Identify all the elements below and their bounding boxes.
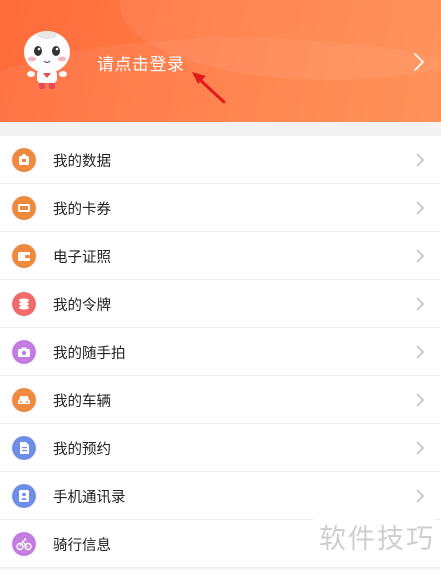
menu-list: 我的数据 我的卡券 电子证照 我的令牌 我的随手拍 我的车辆 我的预约 手机通讯…	[0, 136, 441, 568]
menu-item-my-token[interactable]: 我的令牌	[0, 280, 441, 328]
document-icon	[12, 436, 36, 460]
menu-item-label: 我的数据	[53, 153, 111, 170]
coupon-icon	[12, 196, 36, 220]
avatar[interactable]	[18, 26, 76, 92]
chevron-right-icon	[416, 345, 424, 359]
menu-item-label: 电子证照	[53, 249, 111, 266]
pointer-arrow-icon	[192, 72, 226, 104]
menu-item-my-coupons[interactable]: 我的卡券	[0, 184, 441, 232]
wallet-icon	[12, 244, 36, 268]
chevron-right-icon	[416, 153, 424, 167]
menu-item-e-license[interactable]: 电子证照	[0, 232, 441, 280]
menu-item-my-snapshots[interactable]: 我的随手拍	[0, 328, 441, 376]
chevron-right-icon	[416, 297, 424, 311]
chevron-right-icon[interactable]	[411, 52, 427, 72]
menu-item-label: 骑行信息	[53, 537, 111, 554]
menu-item-my-data[interactable]: 我的数据	[0, 136, 441, 184]
menu-item-label: 我的车辆	[53, 393, 111, 410]
chevron-right-icon	[416, 201, 424, 215]
data-icon	[12, 148, 36, 172]
chevron-right-icon	[416, 441, 424, 455]
login-link[interactable]: 请点击登录	[97, 50, 185, 75]
chevron-right-icon	[416, 489, 424, 503]
menu-item-label: 手机通讯录	[53, 489, 126, 506]
bicycle-icon	[12, 532, 36, 556]
menu-item-my-vehicles[interactable]: 我的车辆	[0, 376, 441, 424]
menu-item-contacts[interactable]: 手机通讯录	[0, 472, 441, 520]
menu-item-label: 我的预约	[53, 441, 111, 458]
token-icon	[12, 292, 36, 316]
profile-header: 请点击登录	[0, 0, 441, 122]
watermark: 软件技巧	[313, 515, 435, 556]
camera-icon	[12, 340, 36, 364]
chevron-right-icon	[416, 249, 424, 263]
menu-item-label: 我的随手拍	[53, 345, 126, 362]
menu-item-my-appointments[interactable]: 我的预约	[0, 424, 441, 472]
menu-item-label: 我的卡券	[53, 201, 111, 218]
contacts-icon	[12, 484, 36, 508]
car-icon	[12, 388, 36, 412]
chevron-right-icon	[416, 393, 424, 407]
section-divider	[0, 122, 441, 136]
menu-item-label: 我的令牌	[53, 297, 111, 314]
